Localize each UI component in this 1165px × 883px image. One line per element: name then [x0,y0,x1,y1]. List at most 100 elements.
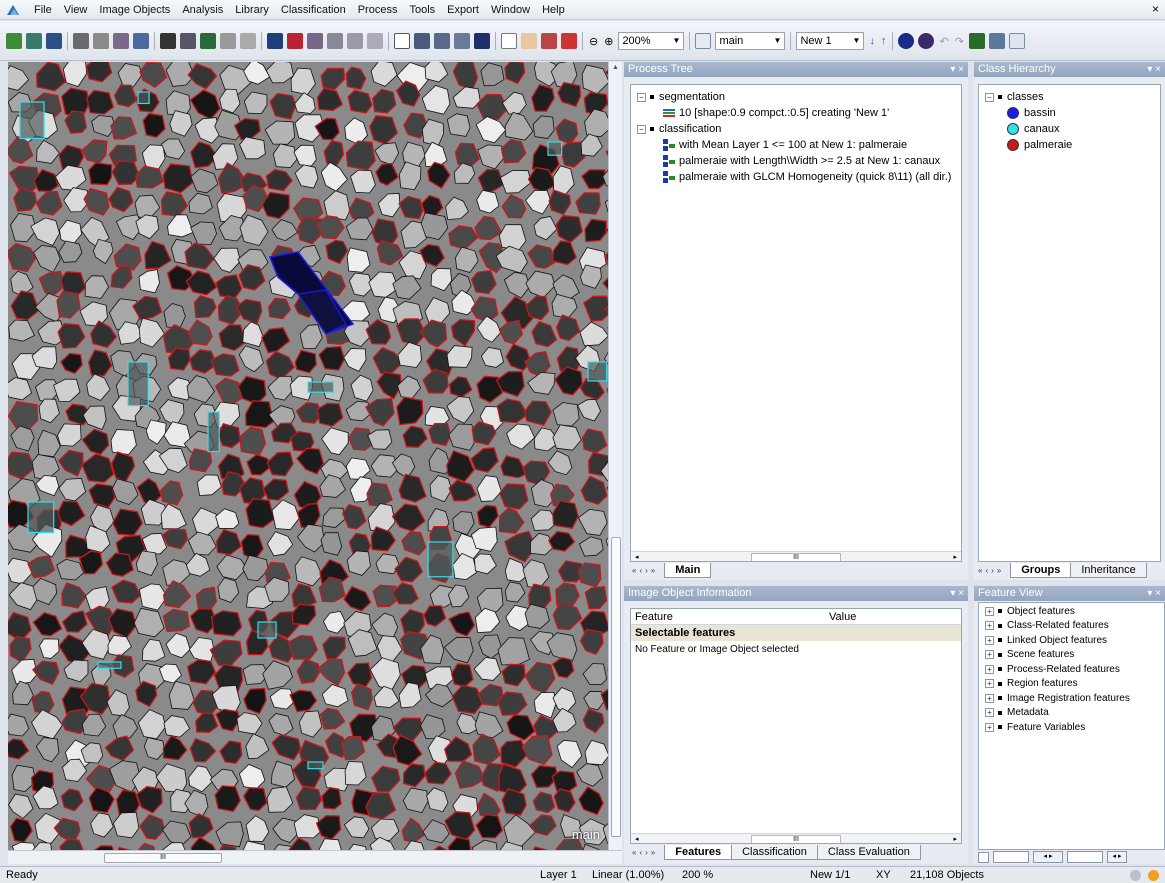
class-item-canaux[interactable]: canaux [985,121,1160,137]
pan-hand-icon[interactable] [521,33,537,49]
range-stepper[interactable]: ◂ ▸ [1107,851,1127,863]
feature-view-icon[interactable] [1008,33,1025,49]
image-object[interactable] [498,224,527,251]
info-hscrollbar[interactable]: ◂ III ▸ [631,833,961,843]
expand-icon[interactable]: + [985,635,994,645]
image-vertical-scrollbar[interactable]: ▲ [608,62,622,850]
layer-mix-icon[interactable] [93,33,109,49]
canal-object[interactable] [257,621,277,639]
manual-editing-icon[interactable] [968,33,985,49]
canal-object[interactable] [307,381,335,393]
thematic-view-icon[interactable] [367,33,383,49]
feature-item[interactable]: + Region features [985,677,1164,692]
image-object[interactable] [188,448,213,473]
canal-object[interactable] [27,501,55,534]
scroll-left-icon[interactable]: ◂ [635,835,639,843]
image-equalize-icon[interactable] [113,33,129,49]
expand-icon[interactable]: + [985,664,994,674]
level-up-icon[interactable]: ↑ [881,35,887,47]
tab-nav-icon[interactable]: «‹›» [632,564,658,578]
pane-controls[interactable]: ▾ × [950,62,964,77]
transparency-icon[interactable] [240,33,256,49]
tree-item-segmentation-process[interactable]: 10 [shape:0.9 compct.:0.5] creating 'New… [637,105,961,121]
window-horizontal-icon[interactable] [434,33,450,49]
tab-nav-icon[interactable]: «‹›» [978,564,1004,578]
feature-item[interactable]: + Scene features [985,648,1164,663]
window-split-icon[interactable] [414,33,430,49]
sync-views-icon[interactable] [474,33,490,49]
menu-tools[interactable]: Tools [403,0,441,20]
canal-object[interactable] [427,541,454,578]
info-icon[interactable] [898,33,915,49]
redo-icon[interactable]: ↷ [955,35,964,48]
menu-export[interactable]: Export [441,0,485,20]
image-object[interactable] [428,422,452,447]
expand-icon[interactable]: + [985,693,994,703]
scroll-up-icon[interactable]: ▲ [609,64,622,71]
menu-process[interactable]: Process [352,0,404,20]
image-object[interactable] [115,789,141,816]
zoom-in-icon[interactable]: ⊕ [604,35,613,48]
image-object[interactable] [214,785,242,813]
scroll-right-icon[interactable]: ▸ [953,835,957,843]
pane-controls[interactable]: ▾ × [950,586,964,601]
zoom-select[interactable]: 200% ▼ [618,32,685,50]
expand-icon[interactable]: + [985,606,994,616]
tab-class-evaluation[interactable]: Class Evaluation [816,845,921,860]
tab-classification[interactable]: Classification [731,845,818,860]
tab-features[interactable]: Features [664,845,733,860]
sample-editor-icon[interactable] [988,33,1005,49]
sample-view-icon[interactable] [347,33,363,49]
tree-item-classification-process[interactable]: palmeraie with Length\Width >= 2.5 at Ne… [637,153,961,169]
collapse-icon[interactable]: − [985,92,994,102]
window-single-icon[interactable] [394,33,410,49]
class-item-palmeraie[interactable]: palmeraie [985,137,1160,153]
menu-file[interactable]: File [28,0,58,20]
feature-item[interactable]: + Linked Object features [985,633,1164,648]
feature-item[interactable]: + Process-Related features [985,662,1164,677]
canal-object[interactable] [19,101,45,140]
scroll-right-icon[interactable]: ▸ [953,553,957,561]
process-tree-hscrollbar[interactable]: ◂ III ▸ [631,551,961,561]
object-mean-view-icon[interactable] [180,33,196,49]
menu-classification[interactable]: Classification [275,0,352,20]
open-project-icon[interactable] [26,33,42,49]
image-object[interactable] [347,89,373,114]
scroll-left-icon[interactable]: ◂ [635,553,639,561]
feature-range-max-input[interactable] [1067,851,1103,863]
feature-item[interactable]: + Object features [985,604,1164,619]
value-column-header[interactable]: Value [829,609,856,624]
canal-object[interactable] [207,411,220,453]
zoom-out-icon[interactable]: ⊖ [589,35,598,48]
canal-object[interactable] [547,141,563,156]
close-icon[interactable]: × [1152,2,1159,16]
expand-icon[interactable]: + [985,679,994,689]
image-object[interactable] [446,113,471,137]
tab-nav-icon[interactable]: «‹›» [632,846,658,860]
tree-item-classification-process[interactable]: palmeraie with GLCM Homogeneity (quick 8… [637,169,961,185]
menu-view[interactable]: View [58,0,94,20]
canal-object[interactable] [127,361,149,407]
scrollbar-thumb[interactable]: III [751,835,841,843]
new-project-icon[interactable] [6,33,22,49]
menu-library[interactable]: Library [229,0,275,20]
expand-icon[interactable]: + [985,621,994,631]
edit-layer-icon[interactable] [133,33,149,49]
image-object[interactable] [88,162,113,186]
scrollbar-thumb[interactable]: III [104,853,222,863]
image-horizontal-scrollbar[interactable]: III [8,850,622,864]
class-item-bassin[interactable]: bassin [985,105,1160,121]
image-object[interactable] [86,89,115,115]
level-down-icon[interactable]: ↓ [869,35,875,47]
menu-window[interactable]: Window [485,0,536,20]
scrollbar-thumb[interactable]: III [751,553,841,561]
image-object[interactable] [346,247,371,273]
pane-controls[interactable]: ▾ × [1147,62,1161,77]
image-view[interactable]: main [8,62,618,850]
expand-icon[interactable]: + [985,722,994,732]
tab-main[interactable]: Main [664,563,712,578]
feature-column-header[interactable]: Feature [631,609,829,624]
collapse-icon[interactable]: − [637,124,646,134]
menu-help[interactable]: Help [536,0,571,20]
image-object[interactable] [320,532,343,556]
